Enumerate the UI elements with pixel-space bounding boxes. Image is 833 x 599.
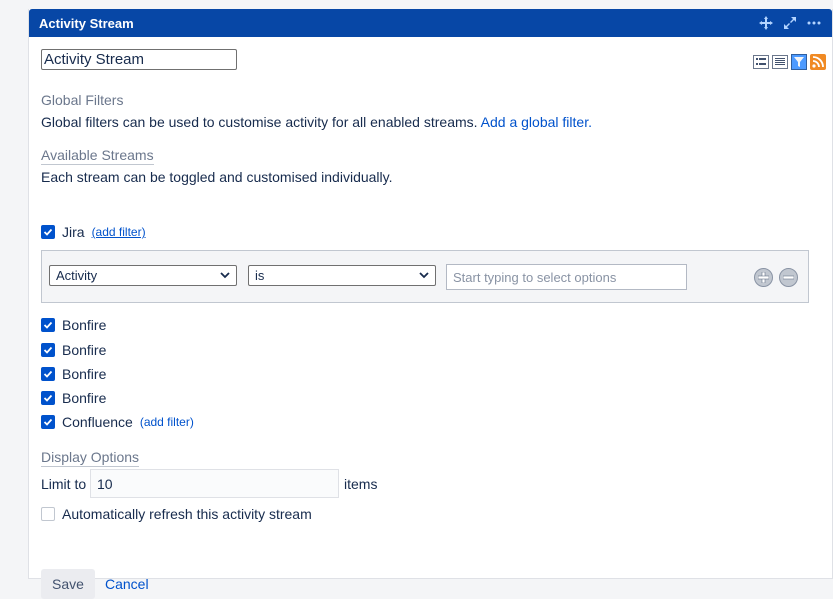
filter-value-placeholder: Start typing to select options: [453, 269, 617, 285]
filter-value-input[interactable]: Start typing to select options: [446, 264, 687, 290]
gadget-title: Activity Stream: [39, 15, 134, 31]
move-icon[interactable]: [758, 15, 774, 31]
chevron-down-icon: [220, 272, 230, 279]
limit-suffix: items: [344, 476, 378, 492]
auto-refresh-checkbox[interactable]: [41, 507, 55, 521]
stream-bonfire-2-label: Bonfire: [62, 342, 107, 358]
stream-jira: Jira (add filter): [41, 224, 146, 240]
global-filters-description: Global filters can be used to customise …: [41, 114, 592, 130]
stream-bonfire-2: Bonfire: [41, 342, 106, 358]
detail-view-icon[interactable]: [772, 54, 788, 70]
available-streams-description: Each stream can be toggled and customise…: [41, 169, 393, 185]
global-filters-text: Global filters can be used to customise …: [41, 114, 478, 130]
limit-value: 10: [97, 475, 113, 492]
save-button[interactable]: Save: [41, 569, 95, 599]
stream-bonfire-4: Bonfire: [41, 390, 106, 406]
rss-icon[interactable]: [810, 54, 826, 70]
view-switcher: [753, 54, 826, 70]
auto-refresh-label: Automatically refresh this activity stre…: [62, 506, 312, 522]
cancel-button[interactable]: Cancel: [105, 569, 149, 599]
stream-confluence-label: Confluence: [62, 414, 133, 430]
stream-bonfire-4-label: Bonfire: [62, 390, 107, 406]
filter-field-value: Activity: [56, 268, 98, 283]
stream-bonfire-3: Bonfire: [41, 366, 106, 382]
minus-icon: [783, 275, 794, 280]
list-view-icon[interactable]: [753, 54, 769, 70]
plus-icon: [758, 272, 769, 283]
gadget-titlebar: Activity Stream: [29, 9, 832, 37]
filter-operator-select[interactable]: is: [248, 265, 436, 286]
filter-view-icon[interactable]: [791, 54, 807, 70]
gadget-tools: [758, 15, 822, 31]
stream-bonfire-1: Bonfire: [41, 317, 106, 333]
jira-add-filter-link[interactable]: (add filter): [92, 225, 146, 239]
activity-stream-gadget: Activity Stream Activity Stream Global F…: [28, 9, 833, 599]
stream-confluence-checkbox[interactable]: [41, 415, 55, 429]
gadget-title-input[interactable]: [41, 49, 237, 70]
stream-jira-checkbox[interactable]: [41, 225, 55, 239]
jira-filter-row: Activity is Start typing to select optio…: [41, 250, 809, 303]
filter-field-select[interactable]: Activity: [49, 265, 237, 286]
stream-bonfire-1-label: Bonfire: [62, 317, 107, 333]
more-icon[interactable]: [806, 15, 822, 31]
add-filter-row-button[interactable]: [754, 268, 773, 287]
auto-refresh-option: Automatically refresh this activity stre…: [41, 506, 312, 522]
stream-bonfire-1-checkbox[interactable]: [41, 318, 55, 332]
filter-operator-value: is: [255, 268, 265, 283]
global-filters-heading: Global Filters: [41, 92, 124, 108]
stream-confluence: Confluence (add filter): [41, 414, 194, 430]
available-streams-heading: Available Streams: [41, 147, 154, 165]
stream-bonfire-2-checkbox[interactable]: [41, 343, 55, 357]
add-global-filter-link[interactable]: Add a global filter.: [481, 114, 592, 130]
stream-bonfire-3-checkbox[interactable]: [41, 367, 55, 381]
display-options-heading: Display Options: [41, 449, 140, 467]
stream-bonfire-3-label: Bonfire: [62, 366, 107, 382]
limit-label: Limit to: [41, 476, 87, 492]
stream-bonfire-4-checkbox[interactable]: [41, 391, 55, 405]
chevron-down-icon: [419, 272, 429, 279]
maximize-icon[interactable]: [782, 15, 798, 31]
limit-input[interactable]: 10: [90, 469, 339, 498]
remove-filter-row-button[interactable]: [779, 268, 798, 287]
confluence-add-filter-link[interactable]: (add filter): [140, 415, 194, 429]
stream-jira-label: Jira: [62, 224, 85, 240]
